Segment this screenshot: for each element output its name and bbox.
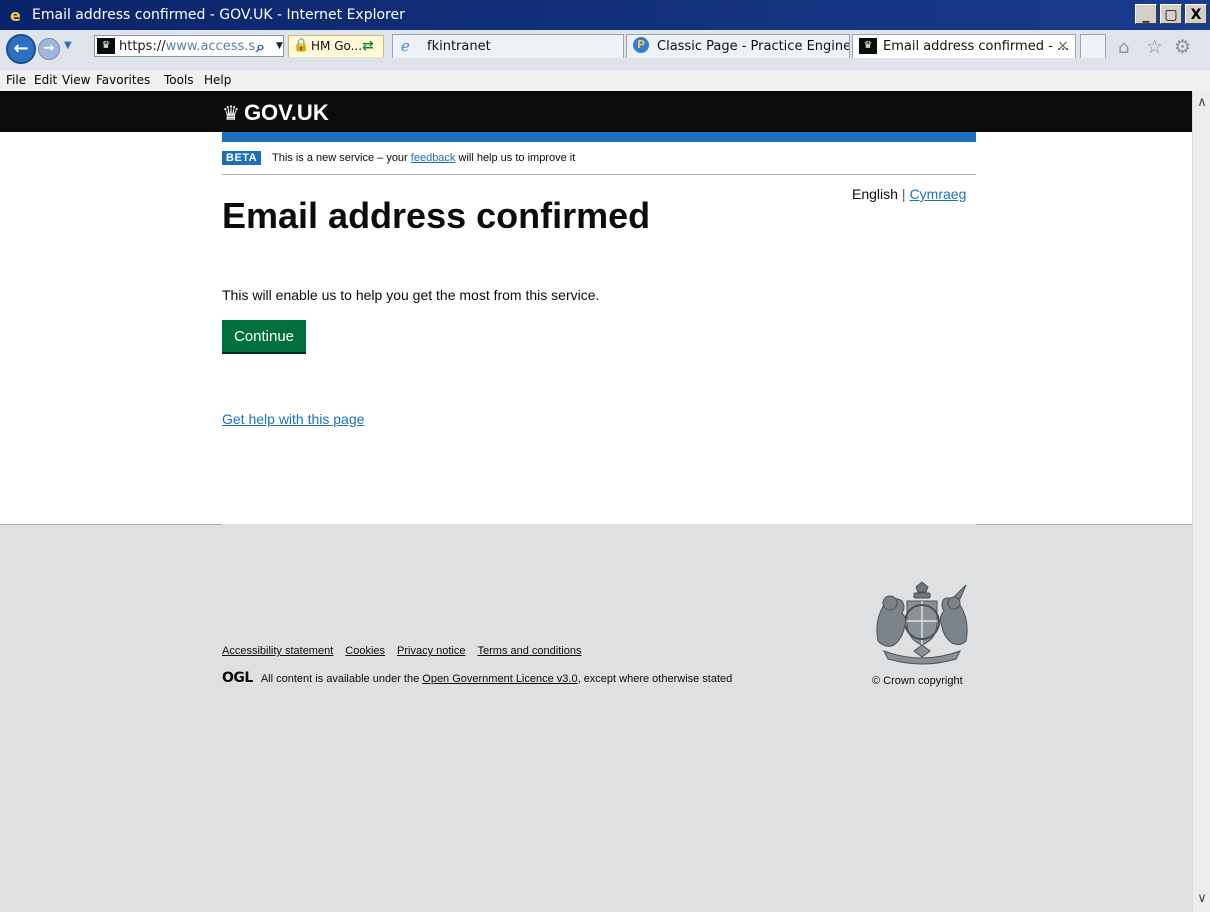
header-blue-border	[222, 132, 976, 142]
feedback-link[interactable]: feedback	[411, 152, 456, 164]
ogl-logo: OGL	[222, 670, 253, 686]
royal-coat-of-arms-icon	[876, 581, 968, 665]
security-label: HM Go...	[311, 39, 363, 53]
licence-text: All content is available under the	[260, 673, 423, 685]
minimize-button[interactable]: _	[1135, 4, 1157, 24]
menu-tools[interactable]: Tools	[164, 73, 194, 87]
cookies-link[interactable]: Cookies	[345, 645, 385, 657]
vertical-scrollbar[interactable]: ∧ ∨	[1192, 91, 1210, 912]
lock-icon: 🔒	[293, 38, 310, 53]
lang-separator: |	[901, 186, 906, 202]
favorites-star-icon[interactable]: ☆	[1146, 36, 1163, 58]
footer-links: Accessibility statement Cookies Privacy no…	[222, 645, 593, 657]
refresh-icon[interactable]: ⇄	[362, 38, 374, 54]
history-dropdown-icon[interactable]: ▼	[64, 40, 72, 51]
tab-label: Email address confirmed - ...	[883, 39, 1070, 54]
govuk-logo-link[interactable]: ♛ GOV.UK	[222, 100, 329, 126]
forward-button[interactable]: →	[38, 38, 60, 60]
logo-text: GOV.UK	[243, 100, 329, 125]
menu-file[interactable]: File	[6, 73, 26, 87]
close-window-button[interactable]: X	[1185, 4, 1207, 24]
close-tab-icon[interactable]: ×	[1057, 38, 1069, 54]
licence-row: OGL All content is available under the Op…	[222, 670, 732, 686]
terms-and-conditions-link[interactable]: Terms and conditions	[478, 645, 582, 657]
footer-top-border	[0, 524, 222, 525]
maximize-button[interactable]: ▢	[1160, 4, 1182, 24]
lang-cymraeg-link[interactable]: Cymraeg	[910, 186, 967, 202]
page-title: Email address confirmed	[222, 195, 651, 236]
tab-label: fkintranet	[427, 39, 491, 54]
continue-button[interactable]: Continue	[222, 320, 306, 352]
new-tab-button[interactable]	[1080, 34, 1106, 58]
menu-favorites[interactable]: Favorites	[96, 73, 150, 87]
privacy-notice-link[interactable]: Privacy notice	[397, 645, 465, 657]
window-title: Email address confirmed - GOV.UK - Inter…	[32, 7, 405, 23]
home-icon[interactable]: ⌂	[1118, 37, 1129, 58]
open-government-licence-link[interactable]: Open Government Licence v3.0	[422, 673, 577, 685]
govuk-crown-favicon: ♛	[97, 38, 115, 54]
menu-help[interactable]: Help	[204, 73, 231, 87]
beta-tag: BETA	[222, 151, 262, 165]
window-title-bar: e Email address confirmed - GOV.UK - Int…	[0, 0, 1210, 30]
practice-engine-icon: P	[633, 37, 649, 53]
internet-explorer-icon: e	[10, 6, 21, 25]
get-help-link[interactable]: Get help with this page	[222, 411, 364, 427]
accessibility-statement-link[interactable]: Accessibility statement	[222, 645, 333, 657]
phase-text: This is a new service – your feedback wi…	[272, 152, 576, 164]
tab-email-confirmed[interactable]: ♛ Email address confirmed - ... ×	[852, 34, 1076, 58]
menu-view[interactable]: View	[62, 73, 90, 87]
menu-edit[interactable]: Edit	[34, 73, 57, 87]
address-dropdown-icon[interactable]: ▼	[276, 41, 283, 51]
crown-icon: ♛	[222, 101, 240, 125]
govuk-crown-favicon: ♛	[859, 38, 877, 54]
phase-banner: BETA This is a new service – your feedba…	[222, 142, 976, 175]
tab-label: Classic Page - Practice Engine	[657, 39, 850, 54]
language-toggle: English | Cymraeg	[852, 186, 966, 202]
settings-gear-icon[interactable]: ⚙	[1174, 36, 1191, 58]
scroll-up-arrow-icon[interactable]: ∧	[1195, 95, 1209, 111]
menu-bar: File Edit View Favorites Tools Help	[0, 70, 1210, 92]
footer-top-border	[976, 524, 1192, 525]
govuk-header: ♛ GOV.UK	[0, 91, 1192, 132]
crown-copyright-text: © Crown copyright	[872, 675, 963, 687]
search-icon[interactable]: ⌕	[256, 37, 265, 57]
licence-text-suffix: , except where otherwise stated	[577, 673, 733, 685]
tab-fkintranet[interactable]: ℯ fkintranet	[392, 34, 624, 58]
body-text: This will enable us to help you get the …	[222, 287, 600, 303]
ie-page-icon: ℯ	[401, 37, 410, 55]
address-url[interactable]: https://www.access.s	[119, 39, 255, 54]
govuk-footer: Accessibility statement Cookies Privacy no…	[0, 524, 1192, 912]
browser-toolbar: ← → ▼ ♛ https://www.access.s ⌕ ▼ 🔒 HM Go…	[0, 30, 1210, 71]
back-button[interactable]: ←	[6, 34, 36, 64]
page-viewport: ♛ GOV.UK BETA This is a new service – you…	[0, 91, 1192, 912]
scroll-down-arrow-icon[interactable]: ∨	[1195, 891, 1209, 907]
lang-english: English	[852, 186, 898, 202]
tab-practice-engine[interactable]: P Classic Page - Practice Engine	[626, 34, 850, 58]
